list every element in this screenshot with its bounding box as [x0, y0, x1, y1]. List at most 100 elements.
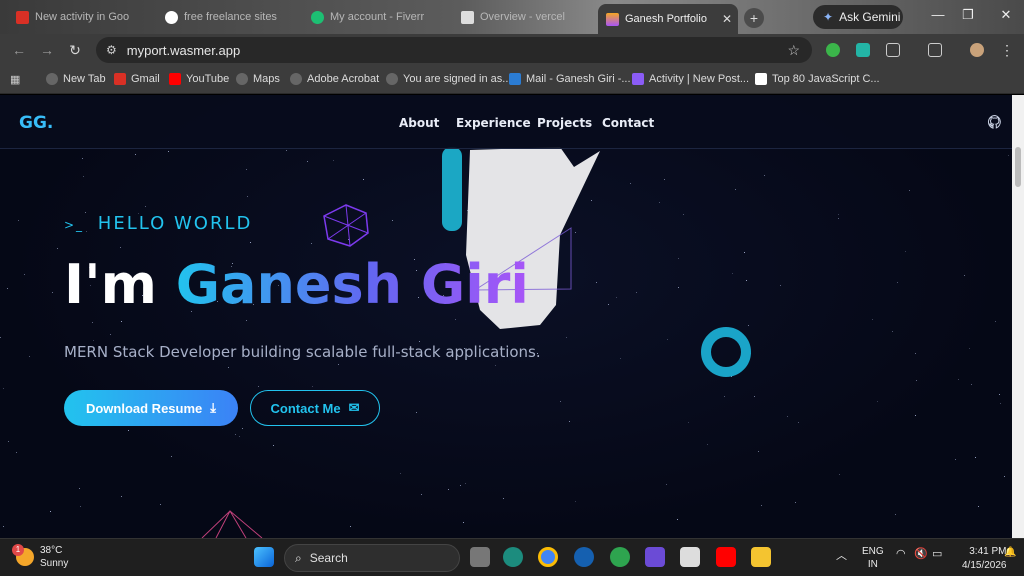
- decorative-3d-shapes: [201, 147, 751, 538]
- forward-icon[interactable]: →: [38, 42, 56, 58]
- tab-label: Ganesh Portfolio: [625, 13, 707, 25]
- cylinder-shape: [442, 147, 462, 231]
- show-hidden-icons-icon[interactable]: ︿: [836, 547, 847, 563]
- tab-label: Overview - vercel: [480, 11, 565, 23]
- bookmark-youtube[interactable]: YouTube: [169, 73, 229, 85]
- system-clock[interactable]: 3:41 PM 4/15/2026: [962, 545, 1007, 573]
- portfolio-page: GG. About Experience Projects Contact >_…: [0, 95, 1012, 538]
- reload-icon[interactable]: ↻: [66, 42, 84, 59]
- bookmark-gmail[interactable]: Gmail: [114, 73, 160, 85]
- windows-start-icon[interactable]: [254, 547, 274, 567]
- hp-icon[interactable]: [574, 547, 594, 567]
- tab-gmail[interactable]: New activity in Goo: [8, 5, 153, 29]
- restore-icon[interactable]: ❐: [958, 7, 978, 23]
- download-resume-button[interactable]: Download Resume ⤓: [64, 390, 238, 426]
- github-icon[interactable]: [987, 114, 1003, 130]
- vercel-icon: [461, 10, 474, 24]
- menu-kebab-icon[interactable]: ⋮: [998, 42, 1016, 59]
- url-text: myport.wasmer.app: [126, 42, 241, 58]
- globe-icon: [236, 73, 248, 85]
- close-tab-icon[interactable]: ✕: [722, 12, 732, 26]
- new-tab-button[interactable]: +: [744, 8, 764, 28]
- tab-search-icon[interactable]: [928, 43, 942, 57]
- tab-fiverr[interactable]: My account - Fiverr: [303, 5, 449, 29]
- lang-primary: ENG: [862, 546, 884, 557]
- file-explorer-icon[interactable]: [751, 547, 771, 567]
- task-view-icon[interactable]: [470, 547, 490, 567]
- headline-prefix: I'm: [64, 253, 176, 316]
- speaker-muted-icon[interactable]: 🔇: [914, 547, 928, 560]
- tab-label: My account - Fiverr: [330, 11, 425, 23]
- ask-gemini-label: Ask Gemini: [839, 10, 901, 24]
- bookmark-new-tab[interactable]: New Tab: [46, 73, 106, 85]
- bookmark-star-icon[interactable]: ☆: [787, 42, 800, 59]
- microsoft-store-icon[interactable]: [680, 547, 700, 567]
- site-info-icon[interactable]: ⚙: [106, 43, 117, 57]
- outlook-icon: [509, 73, 521, 85]
- pyramid-wireframe: [201, 509, 263, 538]
- bookmark-label: Adobe Acrobat: [307, 73, 380, 85]
- contact-me-button[interactable]: Contact Me ✉: [250, 390, 380, 426]
- battery-icon[interactable]: ▭: [932, 547, 942, 560]
- youtube-icon[interactable]: [716, 547, 736, 567]
- browser-toolbar: ← → ↻ ⚙ myport.wasmer.app ☆ ⋮: [0, 34, 1024, 66]
- copilot-icon[interactable]: [645, 547, 665, 567]
- bookmark-maps[interactable]: Maps: [236, 73, 280, 85]
- bookmark-label: YouTube: [186, 73, 230, 85]
- nav-link-experience[interactable]: Experience: [456, 116, 531, 130]
- weather-widget[interactable]: 1 38°C Sunny: [12, 544, 69, 570]
- app-icon[interactable]: [610, 547, 630, 567]
- back-icon[interactable]: ←: [10, 42, 28, 58]
- portfolio-favicon-icon: [606, 12, 619, 26]
- minimize-icon[interactable]: —: [928, 7, 948, 22]
- hello-text: HELLO WORLD: [97, 213, 253, 234]
- site-logo[interactable]: GG.: [19, 113, 53, 133]
- youtube-icon: [169, 73, 181, 85]
- globe-icon: [290, 73, 302, 85]
- wifi-icon[interactable]: ◠: [896, 547, 906, 560]
- chrome-icon[interactable]: [538, 547, 558, 567]
- language-indicator[interactable]: ENG IN: [862, 545, 884, 571]
- notification-bell-icon[interactable]: 🔔: [1004, 547, 1016, 558]
- ask-gemini-button[interactable]: ✦ Ask Gemini: [813, 5, 903, 29]
- notification-badge: 1: [12, 544, 24, 556]
- page-scrollbar[interactable]: [1012, 95, 1024, 538]
- apps-grid-icon[interactable]: ▦: [10, 73, 20, 86]
- site-icon: [755, 73, 767, 85]
- bookmark-top80-js[interactable]: Top 80 JavaScript C...: [755, 73, 880, 85]
- download-icon: ⤓: [210, 400, 217, 415]
- tab-vercel[interactable]: Overview - vercel: [453, 5, 593, 29]
- contact-me-label: Contact Me: [270, 400, 341, 416]
- bookmark-label: Mail - Ganesh Giri -...: [526, 73, 631, 85]
- lang-secondary: IN: [867, 559, 878, 570]
- extension-screen-icon[interactable]: [856, 43, 870, 57]
- close-window-icon[interactable]: ✕: [996, 7, 1016, 23]
- icosahedron-shape: [323, 204, 369, 247]
- sun-icon: 1: [12, 544, 34, 566]
- nav-link-projects[interactable]: Projects: [537, 116, 592, 130]
- temperature: 38°C: [40, 545, 63, 556]
- weather-condition: Sunny: [40, 558, 69, 569]
- bookmark-signed-in[interactable]: You are signed in as...: [386, 73, 511, 85]
- nav-link-contact[interactable]: Contact: [602, 116, 654, 130]
- extension-l-icon[interactable]: [826, 43, 840, 57]
- bookmark-adobe-acrobat[interactable]: Adobe Acrobat: [290, 73, 379, 85]
- bookmark-activity[interactable]: Activity | New Post...: [632, 73, 749, 85]
- edge-icon[interactable]: [503, 547, 523, 567]
- tab-ganesh-portfolio[interactable]: Ganesh Portfolio ✕: [598, 4, 738, 34]
- scrollbar-thumb[interactable]: [1015, 147, 1021, 187]
- globe-icon: [386, 73, 398, 85]
- bookmark-label: You are signed in as...: [403, 73, 512, 85]
- address-bar[interactable]: ⚙ myport.wasmer.app ☆: [96, 37, 812, 63]
- activity-icon: [632, 73, 644, 85]
- bookmark-label: Activity | New Post...: [649, 73, 750, 85]
- bookmark-mail-ganesh[interactable]: Mail - Ganesh Giri -...: [509, 73, 631, 85]
- mail-icon: ✉: [348, 400, 360, 415]
- profile-avatar[interactable]: [970, 43, 984, 57]
- taskbar-search[interactable]: ⌕ Search: [284, 544, 460, 572]
- bookmark-label: Gmail: [131, 73, 160, 85]
- extensions-puzzle-icon[interactable]: [886, 43, 900, 57]
- tab-google-search[interactable]: free freelance sites: [157, 5, 299, 29]
- windows-taskbar: 1 38°C Sunny ⌕ Search ︿ ENG IN ◠ 🔇 ▭ 3:41…: [0, 538, 1024, 576]
- nav-link-about[interactable]: About: [399, 116, 439, 130]
